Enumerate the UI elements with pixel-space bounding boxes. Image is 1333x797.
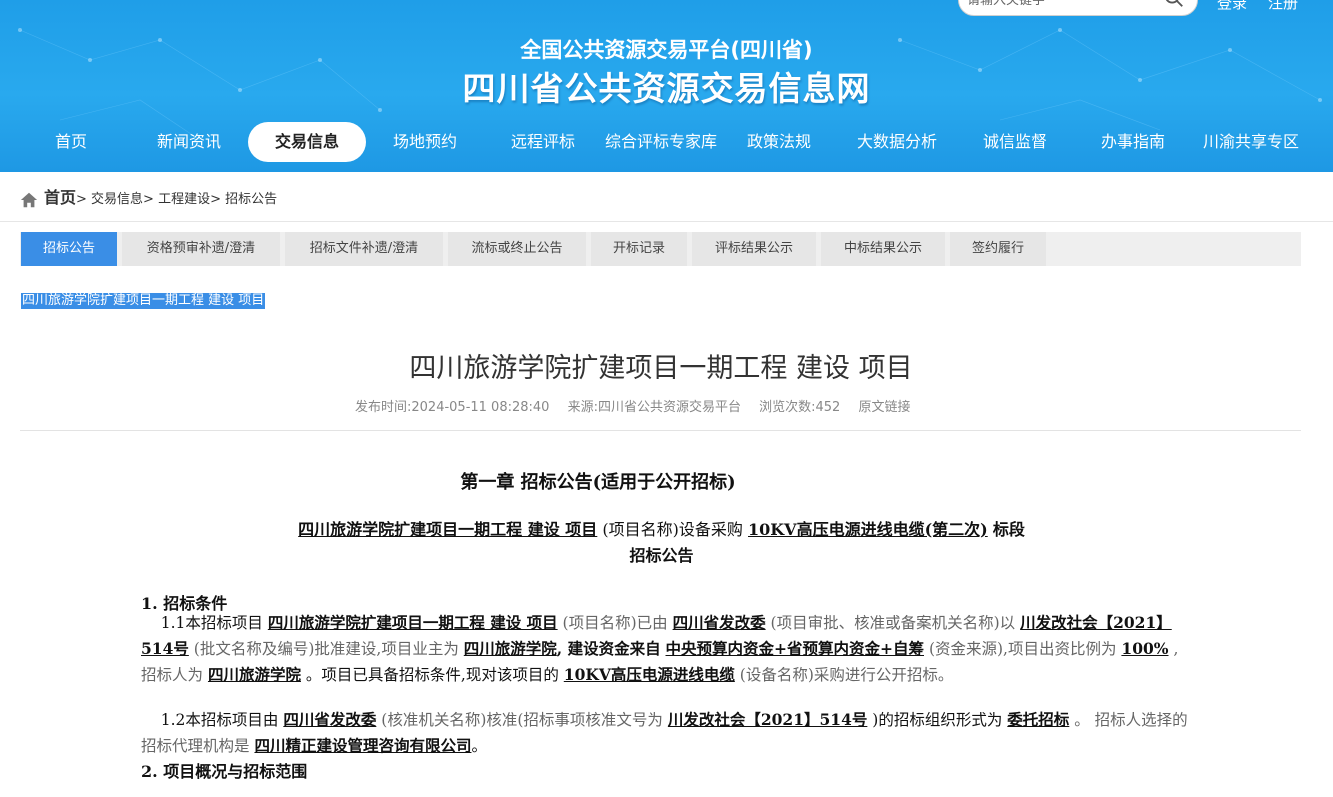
para-text: , 建设资金来自 (556, 639, 661, 658)
breadcrumb-construction[interactable]: > 工程建设 (143, 192, 210, 207)
lot-name: 10KV高压电源进线电缆(第二次) (748, 520, 988, 539)
notice-heading-suffix: 招标公告 (629, 546, 694, 565)
nav-chuanyu-zone[interactable]: 川渝共享专区 (1196, 122, 1306, 162)
platform-subtitle: 全国公共资源交易平台(四川省) (520, 38, 813, 62)
para-underlined: 10KV高压电源进线电缆 (563, 665, 735, 684)
para-underlined: 四川精正建设管理咨询有限公司 (254, 736, 472, 755)
login-link[interactable]: 登录 (1217, 0, 1247, 13)
breadcrumb-trade-info[interactable]: > 交易信息 (76, 192, 143, 207)
divider (20, 430, 1301, 431)
para-text: (项目名称)已由 (562, 614, 668, 632)
article-source: 来源:四川省公共资源交易平台 (567, 400, 741, 415)
para-underlined: 川发改社会【2021】514号 (667, 710, 868, 729)
para-underlined: 四川省发改委 (283, 710, 377, 729)
tab-failed-or-terminated[interactable]: 流标或终止公告 (448, 232, 586, 266)
search-icon[interactable] (1163, 0, 1185, 9)
tab-tender-doc-addendum[interactable]: 招标文件补遗/澄清 (285, 232, 443, 266)
para-underlined: 四川旅游学院扩建项目一期工程 建设 项目 (267, 613, 558, 632)
para-text: (设备名称)采购进行公开招标。 (739, 666, 954, 684)
nav-credit-supervision[interactable]: 诚信监督 (966, 122, 1064, 162)
para-underlined: 中央预算内资金+省预算内资金+自筹 (665, 639, 924, 658)
tab-bid-opening-record[interactable]: 开标记录 (591, 232, 687, 266)
para-text: (核准机关名称)核准(招标事项核准文号为 (381, 711, 663, 729)
publish-time: 发布时间:2024-05-11 08:28:40 (355, 400, 550, 415)
original-link[interactable]: 原文链接 (858, 400, 910, 415)
tab-tender-notice[interactable]: 招标公告 (21, 232, 117, 266)
home-icon (20, 192, 38, 207)
para-text: (资金来源),项目出资比例为 (928, 640, 1117, 658)
para-text: 1.2本招标项目由 (160, 711, 279, 729)
tab-prequalification-addendum[interactable]: 资格预审补遗/澄清 (122, 232, 280, 266)
search-box[interactable]: 请输入关键字 (958, 0, 1198, 16)
view-count: 浏览次数:452 (759, 400, 841, 415)
breadcrumb: 首页> 交易信息> 工程建设> 招标公告 (20, 186, 277, 210)
nav-home[interactable]: 首页 (32, 122, 110, 162)
search-input[interactable]: 请输入关键字 (967, 0, 1045, 8)
nav-remote-evaluation[interactable]: 远程评标 (494, 122, 592, 162)
nav-expert-database[interactable]: 综合评标专家库 (600, 122, 722, 162)
main-nav: 首页 新闻资讯 交易信息 场地预约 远程评标 综合评标专家库 政策法规 大数据分… (0, 122, 1333, 162)
para-underlined: 委托招标 (1007, 710, 1070, 729)
para-text: 。 (471, 737, 487, 755)
tab-evaluation-result[interactable]: 评标结果公示 (692, 232, 816, 266)
nav-policies[interactable]: 政策法规 (730, 122, 828, 162)
para-text: (项目审批、核准或备案机关名称)以 (770, 614, 1016, 632)
para-text: (批文名称及编号)批准建设,项目业主为 (193, 640, 459, 658)
nav-trade-info[interactable]: 交易信息 (248, 122, 366, 162)
article-title: 四川旅游学院扩建项目一期工程 建设 项目 (409, 353, 913, 384)
tab-award-result[interactable]: 中标结果公示 (821, 232, 945, 266)
heading-text: (项目名称)设备采购 (602, 520, 743, 539)
paragraph-1-1: 1.1本招标项目 四川旅游学院扩建项目一期工程 建设 项目 (项目名称)已由 四… (141, 610, 1191, 688)
para-underlined: 100% (1121, 639, 1169, 658)
project-name: 四川旅游学院扩建项目一期工程 建设 项目 (298, 520, 598, 539)
selected-project-name[interactable]: 四川旅游学院扩建项目一期工程 建设 项目 (21, 293, 266, 309)
notice-heading-line: 四川旅游学院扩建项目一期工程 建设 项目 (项目名称)设备采购 10KV高压电源… (0, 516, 1323, 540)
site-title: 四川省公共资源交易信息网 (462, 69, 871, 108)
para-underlined: 四川旅游学院 (463, 639, 557, 658)
nav-service-guide[interactable]: 办事指南 (1084, 122, 1182, 162)
tab-contract-performance[interactable]: 签约履行 (950, 232, 1046, 266)
breadcrumb-home[interactable]: 首页 (44, 188, 76, 207)
nav-news[interactable]: 新闻资讯 (140, 122, 238, 162)
para-text: )的招标组织形式为 (872, 711, 1003, 729)
nav-venue-booking[interactable]: 场地预约 (376, 122, 474, 162)
paragraph-1-2: 1.2本招标项目由 四川省发改委 (核准机关名称)核准(招标事项核准文号为 川发… (141, 707, 1191, 759)
heading-text: 标段 (992, 520, 1025, 539)
divider (0, 221, 1333, 222)
breadcrumb-tender-notice[interactable]: > 招标公告 (210, 192, 277, 207)
article-meta: 发布时间:2024-05-11 08:28:40 来源:四川省公共资源交易平台 … (355, 396, 924, 415)
nav-big-data[interactable]: 大数据分析 (842, 122, 952, 162)
para-text: 。项目已具备招标条件,现对该项目的 (305, 666, 559, 684)
section-heading: 2. 项目概况与招标范围 (141, 762, 308, 781)
para-underlined: 四川旅游学院 (207, 665, 301, 684)
chapter-heading: 第一章 招标公告(适用于公开招标) (460, 472, 736, 493)
site-header: 请输入关键字 登录 注册 全国公共资源交易平台(四川省) 四川省公共资源交易信息… (0, 0, 1333, 172)
para-text: 1.1本招标项目 (160, 614, 263, 632)
register-link[interactable]: 注册 (1268, 0, 1298, 13)
para-underlined: 四川省发改委 (672, 613, 766, 632)
